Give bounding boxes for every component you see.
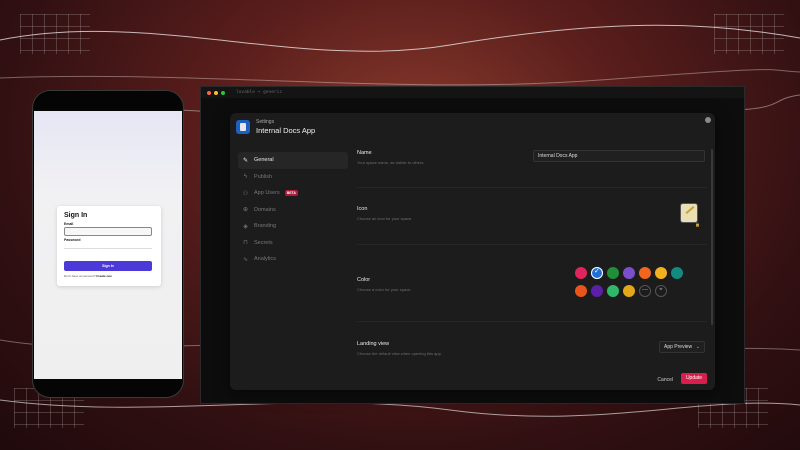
- password-label: Password: [64, 238, 81, 242]
- sidebar-item-app-users[interactable]: ⚇ App Users BETA: [238, 185, 348, 202]
- sidebar-item-label: Publish: [254, 173, 273, 180]
- sidebar-item-label: Branding: [254, 223, 277, 230]
- phone-mockup: Sign In Email Password Sign In Don't hav…: [32, 90, 184, 398]
- sidebar-item-domains[interactable]: ⊕ Domains: [238, 202, 348, 219]
- settings-modal: Settings Internal Docs App ✎ General ϟ P…: [230, 113, 715, 390]
- color-swatch[interactable]: [575, 285, 587, 298]
- window-titlebar: lovable → generic: [201, 87, 744, 98]
- no-color-swatch[interactable]: [639, 285, 651, 298]
- color-swatch[interactable]: [655, 267, 667, 280]
- signup-text: Don't have an account?: [64, 274, 96, 278]
- sidebar-item-branding[interactable]: ◈ Branding: [238, 218, 348, 235]
- signup-row: Don't have an account? Create one: [64, 274, 154, 278]
- color-swatch[interactable]: [591, 267, 603, 280]
- create-account-link[interactable]: Create one: [96, 274, 112, 278]
- minimize-window-dot[interactable]: [214, 90, 218, 95]
- sidebar-item-label: Domains: [254, 206, 276, 213]
- scrollbar[interactable]: [711, 149, 713, 325]
- color-swatch[interactable]: [607, 285, 619, 298]
- color-swatch[interactable]: [607, 267, 619, 280]
- notepad-icon[interactable]: [681, 204, 697, 222]
- maximize-window-dot[interactable]: [221, 90, 225, 95]
- signin-card: Sign In Email Password Sign In Don't hav…: [57, 206, 161, 286]
- app-icon: [236, 120, 250, 134]
- phone-screen: Sign In Email Password Sign In Don't hav…: [34, 111, 182, 379]
- color-picker-icon[interactable]: [655, 285, 667, 298]
- email-label: Email: [64, 222, 74, 226]
- lock-icon: ⊓: [243, 240, 248, 247]
- landing-section: Landing view Choose the default view whe…: [357, 341, 707, 356]
- pencil-icon: ✎: [242, 157, 249, 164]
- window-path: lovable → generic: [236, 90, 283, 95]
- signin-title: Sign In: [64, 212, 88, 219]
- sidebar-item-general[interactable]: ✎ General: [238, 152, 348, 169]
- color-swatches: [573, 267, 699, 303]
- color-swatch[interactable]: [671, 267, 683, 280]
- grid-decoration: [714, 14, 784, 54]
- sidebar-item-publish[interactable]: ϟ Publish: [238, 169, 348, 186]
- cancel-button[interactable]: Cancel: [657, 377, 673, 383]
- update-button[interactable]: Update: [681, 373, 707, 384]
- color-swatch[interactable]: [623, 285, 635, 298]
- settings-sidebar: ✎ General ϟ Publish ⚇ App Users BETA ⊕ D…: [238, 152, 348, 268]
- color-swatch[interactable]: [591, 285, 603, 298]
- sidebar-item-label: App Users: [254, 190, 280, 197]
- name-section: Name Your space name, as visible to othe…: [357, 150, 707, 165]
- lock-icon: 🔒: [695, 222, 700, 227]
- sidebar-item-secrets[interactable]: ⊓ Secrets: [238, 235, 348, 252]
- email-field[interactable]: [64, 227, 152, 236]
- chart-icon: ∿: [242, 256, 249, 263]
- color-swatch[interactable]: [639, 267, 651, 280]
- icon-section: Icon Choose an icon for your space. 🔒: [357, 204, 707, 227]
- space-name-input[interactable]: Internal Docs App: [533, 150, 705, 162]
- color-section: Color Choose a color for your space.: [357, 267, 707, 298]
- settings-content: Name Your space name, as visible to othe…: [357, 149, 707, 390]
- chevron-down-icon: ⌄: [695, 344, 700, 350]
- divider: [357, 187, 707, 188]
- users-icon: ⚇: [242, 190, 249, 197]
- landing-description: Choose the default view when opening thi…: [357, 351, 442, 356]
- icon-description: Choose an icon for your space.: [357, 216, 413, 221]
- icon-title: Icon: [357, 206, 368, 212]
- modal-header: Settings Internal Docs App: [236, 119, 315, 135]
- sidebar-item-label: Secrets: [254, 239, 273, 246]
- close-window-dot[interactable]: [207, 90, 211, 95]
- modal-header-subtitle: Settings: [256, 119, 275, 125]
- landing-title: Landing view: [357, 341, 390, 347]
- signin-button[interactable]: Sign In: [64, 261, 152, 271]
- color-swatch[interactable]: [575, 267, 587, 280]
- beta-badge: BETA: [284, 190, 298, 197]
- grid-decoration: [20, 14, 90, 54]
- sidebar-item-analytics[interactable]: ∿ Analytics: [238, 251, 348, 268]
- modal-header-title: Internal Docs App: [256, 126, 316, 135]
- password-field[interactable]: [64, 248, 152, 249]
- landing-view-select[interactable]: App Preview ⌄: [659, 341, 705, 353]
- close-icon[interactable]: [705, 117, 711, 123]
- globe-icon: ⊕: [242, 207, 249, 214]
- lightning-icon: ϟ: [243, 173, 248, 180]
- divider: [357, 244, 707, 245]
- palette-icon: ◈: [243, 223, 248, 230]
- landing-view-value: App Preview: [664, 344, 693, 350]
- color-swatch[interactable]: [623, 267, 635, 280]
- sidebar-item-label: General: [254, 157, 274, 164]
- divider: [357, 321, 707, 322]
- sidebar-item-label: Analytics: [254, 256, 277, 263]
